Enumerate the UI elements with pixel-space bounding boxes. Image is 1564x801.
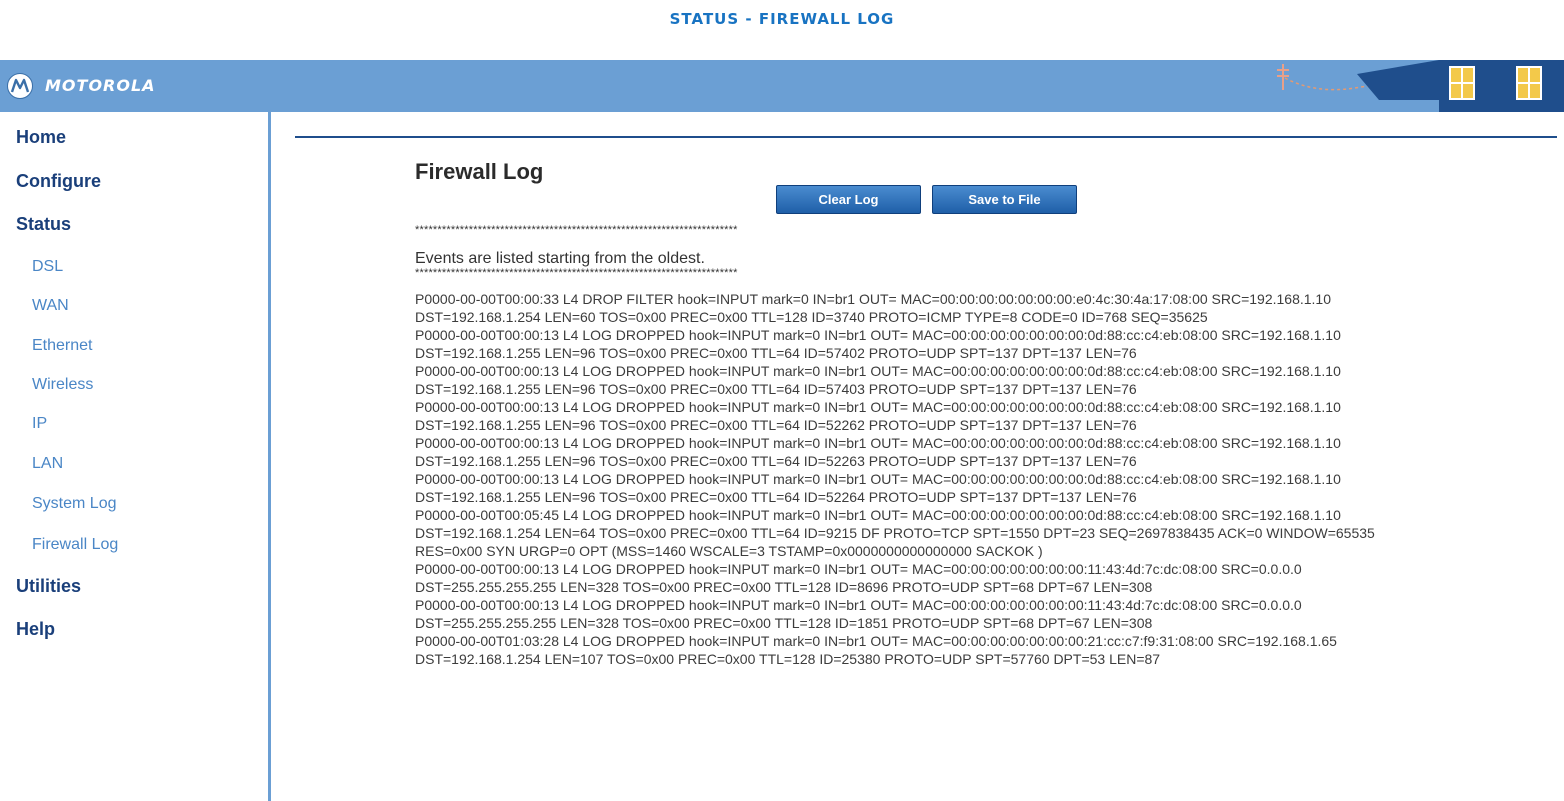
sidebar-item-configure[interactable]: Configure	[16, 171, 101, 192]
sidebar-item-home[interactable]: Home	[16, 127, 66, 148]
page-title: Firewall Log	[415, 159, 544, 184]
events-note: Events are listed starting from the olde…	[415, 250, 705, 267]
motorola-logo-icon	[7, 73, 33, 99]
page-caption: STATUS - FIREWALL LOG	[669, 10, 895, 28]
utility-pole-house-icon	[1277, 60, 1564, 112]
log-entry: P0000-00-00T00:00:13 L4 LOG DROPPED hook…	[415, 435, 1341, 469]
log-entry: P0000-00-00T00:00:13 L4 LOG DROPPED hook…	[415, 561, 1302, 595]
log-entry: P0000-00-00T00:00:13 L4 LOG DROPPED hook…	[415, 471, 1341, 505]
sidebar-item-dsl[interactable]: DSL	[32, 258, 63, 276]
sidebar-item-firewall-log[interactable]: Firewall Log	[32, 536, 118, 554]
sidebar-item-ethernet[interactable]: Ethernet	[32, 337, 92, 355]
sidebar-item-wireless[interactable]: Wireless	[32, 376, 93, 394]
separator-bottom: ****************************************…	[415, 267, 738, 279]
header-bar: MOTOROLA	[0, 60, 1564, 112]
save-to-file-button[interactable]: Save to File	[932, 185, 1077, 214]
log-entry: P0000-00-00T00:00:13 L4 LOG DROPPED hook…	[415, 327, 1341, 361]
log-entry: P0000-00-00T00:00:13 L4 LOG DROPPED hook…	[415, 363, 1341, 397]
brand-name: MOTOROLA	[45, 76, 156, 95]
log-entry: P0000-00-00T00:00:33 L4 DROP FILTER hook…	[415, 291, 1332, 325]
sidebar-item-wan[interactable]: WAN	[32, 297, 69, 315]
separator-top: ****************************************…	[415, 224, 738, 236]
sidebar-item-lan[interactable]: LAN	[32, 455, 63, 473]
sidebar-item-help[interactable]: Help	[16, 619, 55, 640]
log-entry: P0000-00-00T00:05:45 L4 LOG DROPPED hook…	[415, 507, 1375, 559]
sidebar-item-ip[interactable]: IP	[32, 415, 47, 433]
log-entry: P0000-00-00T00:00:13 L4 LOG DROPPED hook…	[415, 597, 1302, 631]
sidebar-item-status[interactable]: Status	[16, 214, 71, 235]
sidebar-item-system-log[interactable]: System Log	[32, 495, 116, 513]
log-entry: P0000-00-00T00:00:13 L4 LOG DROPPED hook…	[415, 399, 1341, 433]
log-entry: P0000-00-00T01:03:28 L4 LOG DROPPED hook…	[415, 633, 1337, 667]
clear-log-button[interactable]: Clear Log	[776, 185, 921, 214]
firewall-log-entries: P0000-00-00T00:00:33 L4 DROP FILTER hook…	[415, 290, 1435, 668]
sidebar-item-utilities[interactable]: Utilities	[16, 576, 81, 597]
sidebar-divider	[268, 112, 271, 801]
content-divider	[295, 136, 1557, 138]
